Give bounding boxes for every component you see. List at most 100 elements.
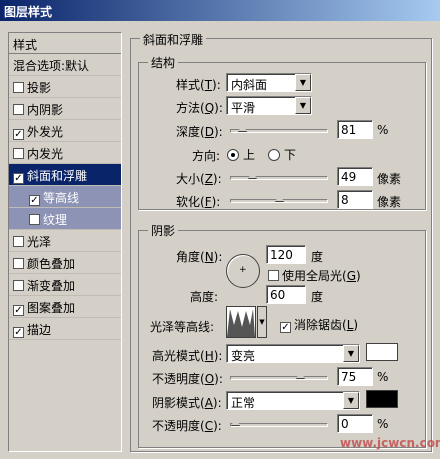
- angle-dial[interactable]: +: [226, 254, 260, 288]
- styles-list-item[interactable]: 渐变叠加: [9, 274, 121, 296]
- checkbox-icon[interactable]: [13, 82, 24, 93]
- depth-slider[interactable]: [230, 124, 328, 133]
- shadow-mode-label: 阴影模式(A):: [152, 396, 222, 410]
- checkbox-icon[interactable]: ✓: [13, 173, 24, 184]
- style-select[interactable]: 内斜面 ▼: [226, 73, 312, 92]
- styles-list-item-label: 图案叠加: [27, 301, 76, 315]
- checkbox-icon: [268, 270, 279, 281]
- styles-list-item-label: 斜面和浮雕: [27, 169, 88, 183]
- angle-unit: 度: [311, 250, 324, 264]
- styles-list-item-label: 混合选项:默认: [13, 59, 90, 73]
- styles-list-item-label: 外发光: [27, 125, 64, 139]
- shadow-opacity-input[interactable]: 0: [337, 414, 373, 433]
- angle-label: 角度(N):: [176, 250, 223, 264]
- direction-up-radio[interactable]: 上: [227, 146, 255, 163]
- styles-list-item[interactable]: ✓ 外发光: [9, 120, 121, 142]
- styles-list-item[interactable]: ✓ 斜面和浮雕: [9, 164, 121, 186]
- styles-list-item[interactable]: 内阴影: [9, 98, 121, 120]
- crosshair-icon: +: [239, 265, 247, 275]
- gloss-contour-dropdown[interactable]: ▼: [257, 306, 267, 338]
- styles-list-item-label: 渐变叠加: [27, 279, 76, 293]
- chevron-down-icon: ▼: [259, 318, 265, 326]
- checkbox-icon[interactable]: ✓: [29, 195, 40, 206]
- shadow-mode-select[interactable]: 正常 ▼: [226, 391, 360, 410]
- checkbox-icon[interactable]: ✓: [13, 129, 24, 140]
- chevron-down-icon: ▼: [295, 74, 311, 91]
- checkbox-icon[interactable]: ✓: [13, 327, 24, 338]
- structure-title: 结构: [148, 54, 179, 71]
- styles-list-item[interactable]: 光泽: [9, 230, 121, 252]
- checkbox-icon[interactable]: ✓: [13, 305, 24, 316]
- chevron-down-icon: ▼: [343, 345, 359, 362]
- altitude-input[interactable]: 60: [266, 285, 306, 304]
- styles-list-item-label: 光泽: [27, 235, 52, 249]
- size-slider[interactable]: [230, 171, 328, 180]
- antialias-checkbox[interactable]: ✓ 消除锯齿(L): [280, 316, 358, 333]
- styles-list-item-label: 颜色叠加: [27, 257, 76, 271]
- depth-unit: %: [377, 123, 389, 137]
- direction-down-radio[interactable]: 下: [268, 146, 296, 163]
- gloss-contour-preview[interactable]: [226, 306, 256, 338]
- styles-list-header[interactable]: 样式: [9, 33, 121, 54]
- size-unit: 像素: [377, 172, 402, 186]
- altitude-label: 高度:: [190, 290, 219, 304]
- technique-select[interactable]: 平滑 ▼: [226, 96, 312, 115]
- soften-slider[interactable]: [230, 194, 328, 203]
- highlight-opacity-slider[interactable]: [230, 371, 328, 380]
- technique-label: 方法(Q):: [176, 101, 223, 115]
- checkbox-icon[interactable]: [13, 236, 24, 247]
- styles-list-item[interactable]: ✓ 图案叠加: [9, 296, 121, 318]
- styles-list-item[interactable]: 颜色叠加: [9, 252, 121, 274]
- shadow-color-swatch[interactable]: [366, 390, 398, 408]
- checkbox-icon: ✓: [280, 322, 291, 333]
- soften-label: 软化(F):: [176, 195, 221, 209]
- gloss-contour-label: 光泽等高线:: [150, 320, 215, 334]
- global-light-checkbox[interactable]: 使用全局光(G): [268, 267, 361, 284]
- styles-list-item[interactable]: 纹理: [9, 208, 121, 230]
- shadow-opacity-unit: %: [377, 417, 389, 431]
- checkbox-icon[interactable]: [13, 148, 24, 159]
- styles-list-item[interactable]: ✓ 等高线: [9, 186, 121, 208]
- styles-list-item-label: 描边: [27, 323, 52, 337]
- soften-input[interactable]: 8: [337, 190, 373, 209]
- highlight-opacity-unit: %: [377, 370, 389, 384]
- style-label: 样式(T):: [176, 78, 221, 92]
- styles-list-item-label: 内阴影: [27, 103, 64, 117]
- styles-list-item[interactable]: 投影: [9, 76, 121, 98]
- highlight-opacity-input[interactable]: 75: [337, 367, 373, 386]
- size-label: 大小(Z):: [176, 172, 222, 186]
- window-title: 图层样式: [0, 0, 440, 21]
- shadow-opacity-label: 不透明度(C):: [152, 419, 222, 433]
- checkbox-icon[interactable]: [29, 214, 40, 225]
- depth-input[interactable]: 81: [337, 120, 373, 139]
- angle-input[interactable]: 120: [266, 245, 306, 264]
- shading-title: 阴影: [148, 222, 179, 239]
- highlight-color-swatch[interactable]: [366, 343, 398, 361]
- radio-icon: [268, 149, 280, 161]
- soften-unit: 像素: [377, 195, 402, 209]
- styles-list-item-label: 等高线: [43, 191, 80, 205]
- highlight-mode-select[interactable]: 变亮 ▼: [226, 344, 360, 363]
- bevel-emboss-title: 斜面和浮雕: [140, 31, 207, 48]
- shadow-opacity-slider[interactable]: [230, 418, 328, 427]
- styles-list-item-label: 内发光: [27, 147, 64, 161]
- checkbox-icon[interactable]: [13, 104, 24, 115]
- watermark-text: www.jcwcn.com: [340, 436, 440, 450]
- styles-list-item-label: 投影: [27, 81, 52, 95]
- styles-list-item[interactable]: 混合选项:默认: [9, 54, 121, 76]
- checkbox-icon[interactable]: [13, 280, 24, 291]
- size-input[interactable]: 49: [337, 167, 373, 186]
- styles-list-item[interactable]: 内发光: [9, 142, 121, 164]
- checkbox-icon[interactable]: [13, 258, 24, 269]
- chevron-down-icon: ▼: [343, 392, 359, 409]
- radio-icon: [227, 149, 239, 161]
- altitude-unit: 度: [311, 290, 324, 304]
- contour-curve-icon: [227, 309, 255, 337]
- highlight-opacity-label: 不透明度(O):: [152, 372, 223, 386]
- styles-list-item-label: 纹理: [43, 213, 68, 227]
- highlight-mode-label: 高光模式(H):: [152, 349, 223, 363]
- direction-label: 方向:: [192, 149, 221, 163]
- depth-label: 深度(D):: [176, 125, 223, 139]
- chevron-down-icon: ▼: [295, 97, 311, 114]
- styles-list-item[interactable]: ✓ 描边: [9, 318, 121, 340]
